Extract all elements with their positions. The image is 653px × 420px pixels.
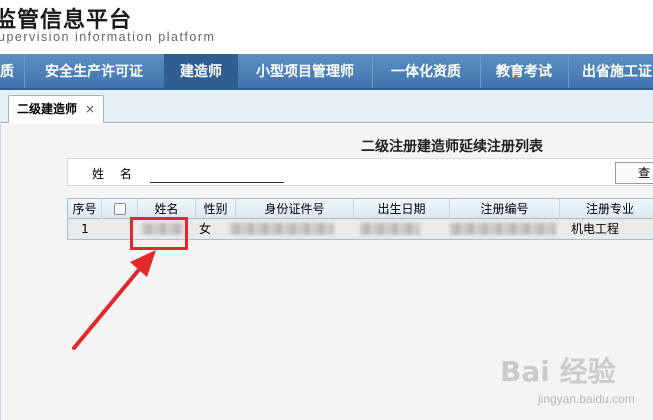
search-button[interactable]: 查 [615,162,653,184]
nav-divider [568,54,569,88]
column-header-birth-date[interactable]: 出生日期 [354,199,450,219]
column-header-index[interactable]: 序号 [68,199,102,219]
column-header-gender[interactable]: 性别 [196,199,236,219]
cell-gender: 女 [198,222,211,236]
cell-index: 1 [81,222,89,236]
nav-item-qualification[interactable]: 质 [0,54,20,88]
column-header-id-number[interactable]: 身份证件号 [236,199,354,219]
cell-birth-date-redacted [360,223,420,235]
watermark-url: jingyan.baidu.com [538,392,635,406]
cell-reg-number-redacted [450,223,556,235]
watermark-logo: Bai 经验 [500,355,616,388]
tab-strip: 二级建造师 × [0,90,653,123]
nav-item-constructor[interactable]: 建造师 [164,54,238,88]
table-header: 序号 姓名 性别 身份证件号 出生日期 注册编号 注册专业 [68,199,653,219]
tab-label: 二级建造师 [17,102,78,116]
search-form: 姓 名 查 [67,158,653,186]
nav-item-integrated-qualification[interactable]: 一体化资质 [373,54,479,88]
cell-specialty: 机电工程 [570,222,619,236]
search-label: 姓 名 [92,167,138,181]
column-header-specialty[interactable]: 注册专业 [560,199,653,219]
tab-second-class-constructor[interactable]: 二级建造师 × [8,95,104,123]
nav-item-small-project-manager[interactable]: 小型项目管理师 [240,54,370,88]
nav-item-out-of-province-permit[interactable]: 出省施工证 [574,54,653,88]
column-header-name[interactable]: 姓名 [138,199,196,219]
cell-id-number-redacted [230,223,334,235]
column-header-select [102,199,138,219]
close-icon[interactable]: × [85,96,95,122]
table-row[interactable]: 1 女 机电工程 [68,219,653,239]
site-header: 监管信息平台 upervision information platform [0,0,653,54]
column-header-reg-number[interactable]: 注册编号 [450,199,560,219]
nav-item-safety-license[interactable]: 安全生产许可证 [25,54,163,88]
page-title: 二级注册建造师延续注册列表 [361,139,543,155]
site-subtitle: upervision information platform [0,30,216,44]
nav-item-education-exam[interactable]: 教育考试 [481,54,567,88]
name-search-input[interactable] [150,163,284,183]
select-all-checkbox[interactable] [114,203,126,215]
main-nav: 质 安全生产许可证 建造师 小型项目管理师 一体化资质 教育考试 出省施工证 [0,54,653,90]
cell-name-redacted [142,223,184,235]
registration-table: 序号 姓名 性别 身份证件号 出生日期 注册编号 注册专业 1 女 机电工程 [67,198,653,240]
